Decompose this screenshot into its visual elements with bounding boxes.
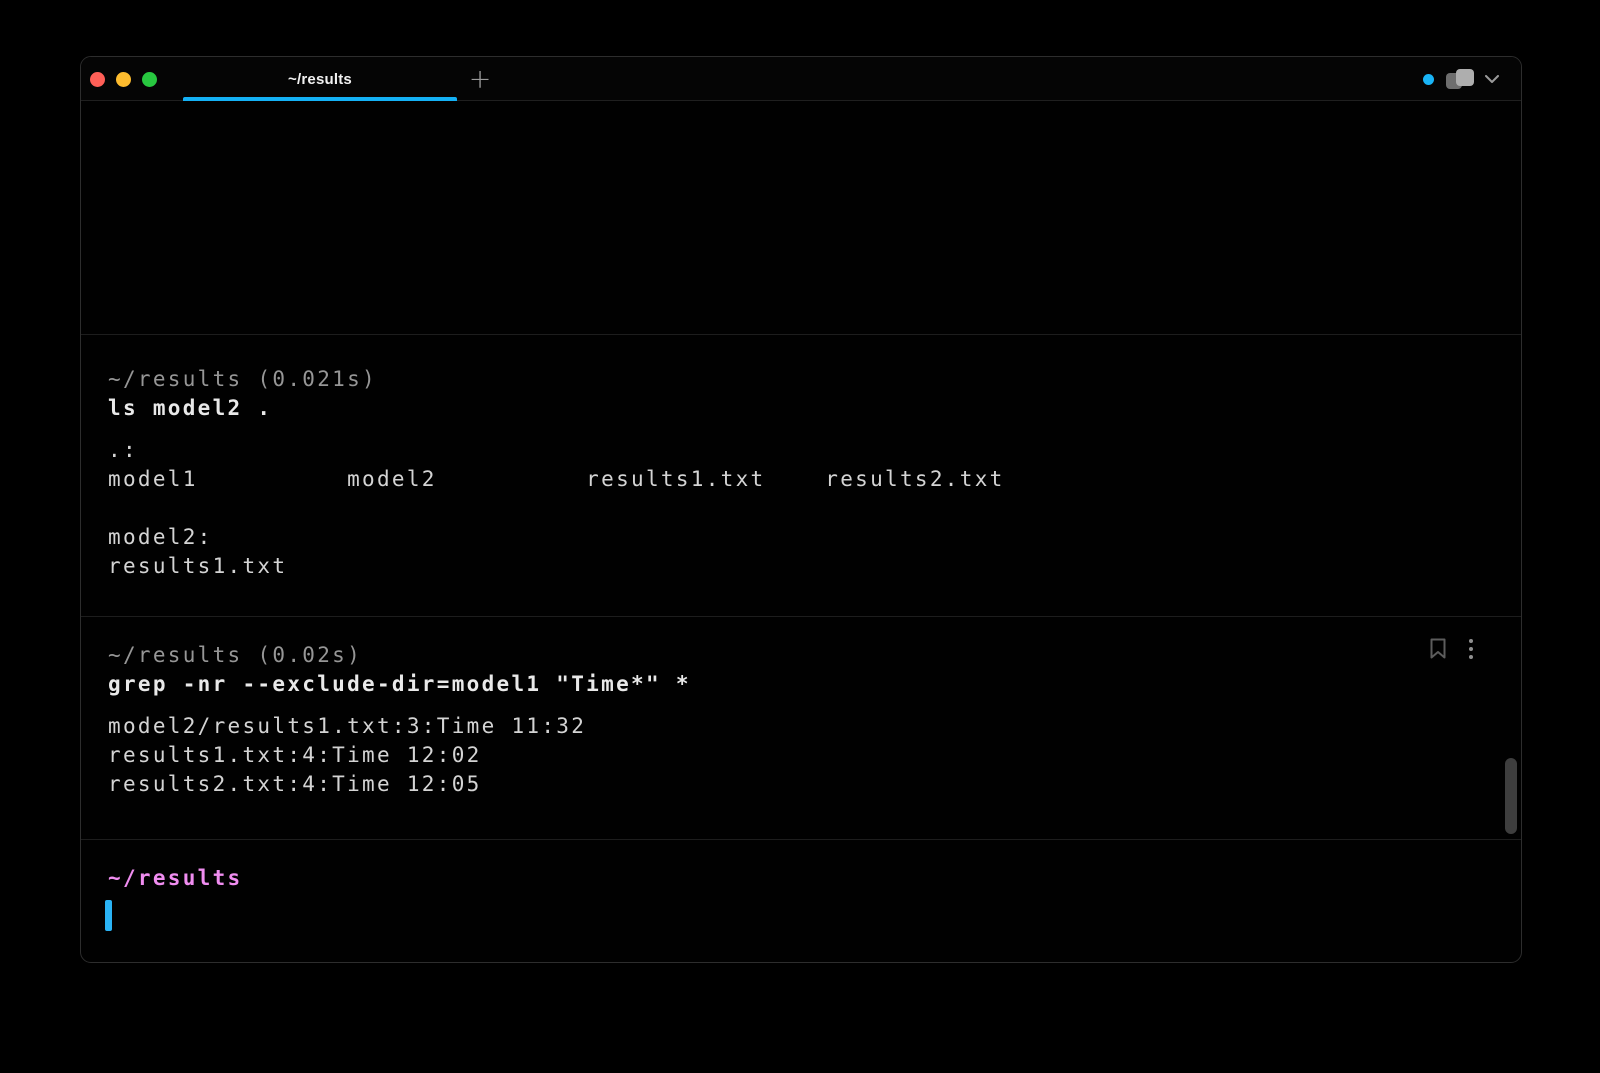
command-text: grep -nr --exclude-dir=model1 "Time*" * <box>108 670 1521 699</box>
titlebar-right-controls <box>1423 57 1499 101</box>
close-button[interactable] <box>90 72 105 87</box>
terminal-window: ~/results + ~/results (0.021s) <box>80 56 1522 963</box>
scrollbar-thumb[interactable] <box>1505 758 1517 834</box>
terminal-content: ~/results (0.021s) ls model2 . .: model1… <box>81 101 1521 962</box>
new-tab-button[interactable]: + <box>463 57 497 101</box>
block-path: ~/results <box>108 643 243 667</box>
windows-panes-icon[interactable] <box>1445 68 1477 90</box>
titlebar[interactable]: ~/results + <box>81 57 1521 101</box>
bookmark-button[interactable] <box>1429 637 1447 660</box>
output-line: results1.txt:4:Time 12:02 <box>108 741 1521 770</box>
block-context-line: ~/results (0.02s) <box>108 641 1521 670</box>
notification-dot-icon[interactable] <box>1423 74 1434 85</box>
prompt-path: ~/results <box>108 864 1521 893</box>
prompt-block[interactable]: ~/results <box>81 840 1521 962</box>
bookmark-icon <box>1429 637 1447 660</box>
output-line: results2.txt:4:Time 12:05 <box>108 770 1521 799</box>
output-line: model1 model2 results1.txt results2.txt <box>108 465 1521 494</box>
command-block-1[interactable]: ~/results (0.021s) ls model2 . .: model1… <box>81 335 1521 616</box>
tab-results[interactable]: ~/results <box>181 57 459 101</box>
block-context-line: ~/results (0.021s) <box>108 365 1521 394</box>
output-line: results1.txt <box>108 552 1521 581</box>
output-line: .: <box>108 436 1521 465</box>
tab-title: ~/results <box>288 71 352 88</box>
kebab-menu-icon <box>1469 639 1473 659</box>
scrollback-empty <box>81 101 1521 334</box>
output-line <box>108 494 1521 523</box>
block-actions <box>1429 637 1473 660</box>
chevron-down-icon[interactable] <box>1485 75 1499 84</box>
block-duration: (0.02s) <box>257 643 362 667</box>
command-block-2[interactable]: ~/results (0.02s) grep -nr --exclude-dir… <box>81 617 1521 839</box>
maximize-button[interactable] <box>142 72 157 87</box>
text-cursor <box>105 900 112 931</box>
block-path: ~/results <box>108 367 243 391</box>
output-line: model2/results1.txt:3:Time 11:32 <box>108 712 1521 741</box>
command-text: ls model2 . <box>108 394 1521 423</box>
output-line: model2: <box>108 523 1521 552</box>
block-duration: (0.021s) <box>257 367 377 391</box>
traffic-lights <box>90 57 157 101</box>
minimize-button[interactable] <box>116 72 131 87</box>
block-menu-button[interactable] <box>1469 639 1473 659</box>
